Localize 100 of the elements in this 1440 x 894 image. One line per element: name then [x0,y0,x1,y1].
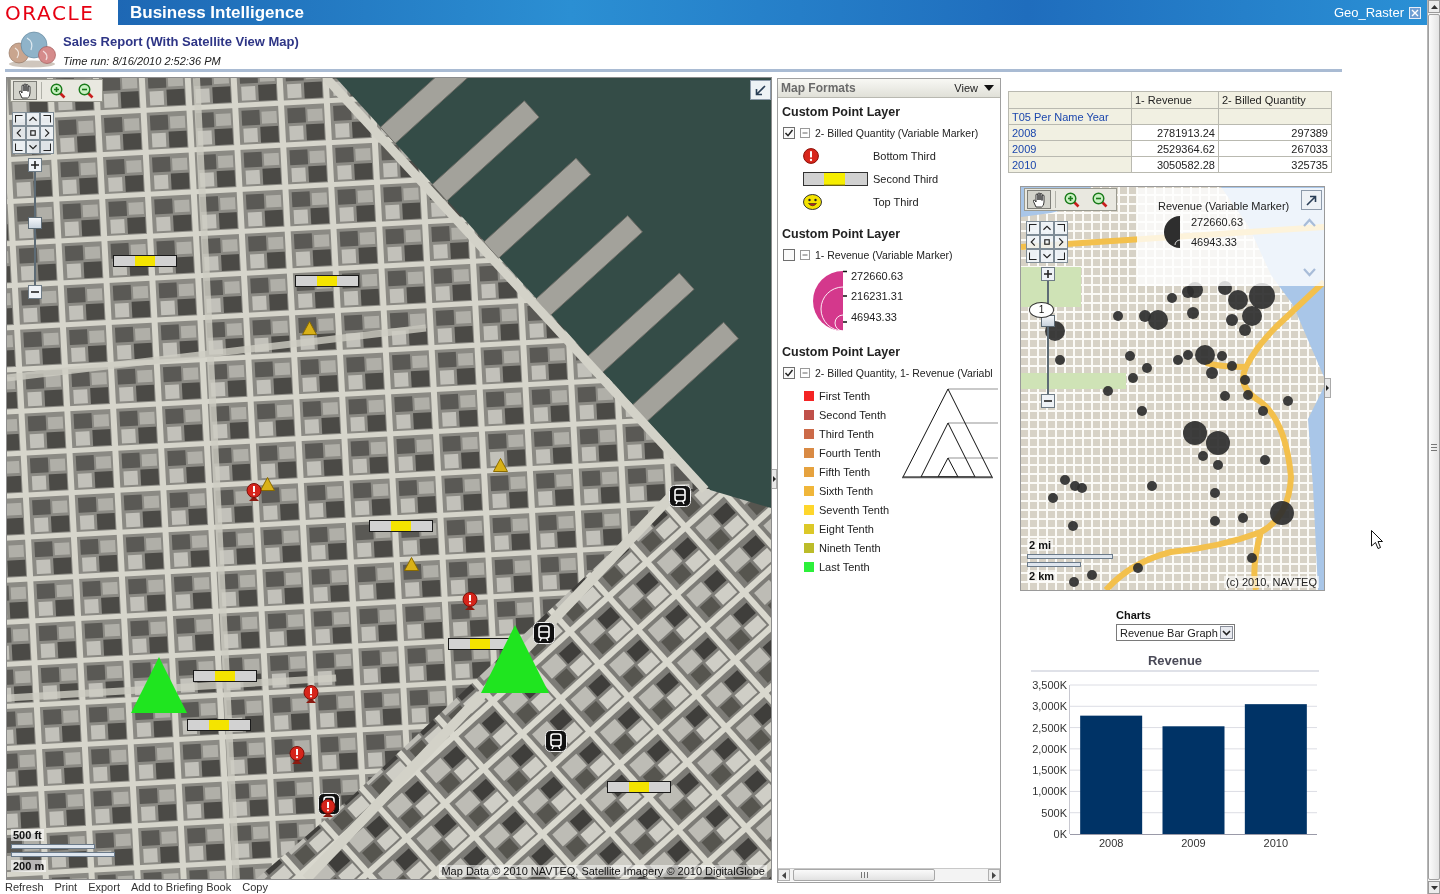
pane-toggle-button[interactable] [1325,378,1331,398]
tram-icon[interactable] [533,622,555,644]
map-marker-icon[interactable] [1077,483,1087,493]
alert-marker-icon[interactable] [303,685,319,703]
pan-button[interactable] [1040,221,1054,235]
map-marker-icon[interactable] [1167,293,1177,303]
footer-link[interactable]: Print [54,881,78,894]
zoom-slider-thumb[interactable] [1041,315,1055,327]
map-marker-icon[interactable] [1147,481,1157,491]
map-marker-icon[interactable] [1220,391,1230,401]
pan-button[interactable] [1026,235,1040,249]
map-marker-icon[interactable] [1087,570,1097,580]
scroll-left-button[interactable] [778,869,790,881]
map-marker-icon[interactable] [1137,406,1147,416]
zoom-slider-thumb[interactable] [28,217,42,229]
pan-button[interactable] [1054,235,1068,249]
pan-button[interactable] [40,112,54,126]
map-marker-icon[interactable] [1210,488,1220,498]
pan-button[interactable] [12,112,26,126]
tram-icon[interactable] [669,485,691,507]
bar-marker-icon[interactable] [187,719,251,731]
triangle-marker-icon[interactable] [131,657,187,713]
dashboard-link[interactable]: Geo_Raster [1333,5,1404,20]
map-marker-icon[interactable] [1242,306,1262,326]
map-marker-icon[interactable] [1068,521,1078,531]
pan-button[interactable] [12,126,26,140]
map-marker-icon[interactable] [1227,361,1237,371]
map-marker-icon[interactable] [1243,390,1253,400]
alert-marker-icon[interactable] [289,746,305,764]
scroll-up-button[interactable] [1428,0,1440,13]
map-marker-icon[interactable] [1210,516,1220,526]
collapse-map-button[interactable] [750,80,771,100]
zoom-in-button[interactable] [1041,267,1055,281]
alert-marker-icon[interactable] [320,799,336,817]
expand-map-button[interactable] [1301,190,1322,210]
map-marker-icon[interactable] [1283,396,1293,406]
close-button[interactable] [1409,6,1421,19]
map-marker-icon[interactable] [1103,386,1113,396]
triangle-marker-icon[interactable] [302,321,317,335]
map-marker-icon[interactable] [1187,307,1199,319]
triangle-marker-icon[interactable] [260,477,275,491]
zoom-in-button[interactable] [28,158,42,172]
map-marker-icon[interactable] [1238,513,1248,523]
map-marker-icon[interactable] [1198,451,1208,461]
map-marker-icon[interactable] [1133,563,1143,573]
map-marker-icon[interactable] [1125,351,1135,361]
map-marker-icon[interactable] [1239,324,1251,336]
map-marker-icon[interactable] [1270,501,1294,525]
layer-checkbox[interactable] [783,127,795,139]
alert-marker-icon[interactable] [246,483,262,501]
tram-icon[interactable] [545,730,567,752]
map-marker-icon[interactable] [1048,493,1058,503]
map-marker-icon[interactable] [1258,406,1268,416]
collapse-toggle[interactable] [800,250,810,260]
map-marker-icon[interactable] [1069,577,1079,587]
pan-button[interactable] [26,112,40,126]
triangle-marker-icon[interactable] [493,458,508,472]
pane-toggle-button[interactable] [772,469,777,489]
bar-marker-icon[interactable] [607,781,671,793]
alert-marker-icon[interactable] [462,592,478,610]
footer-link[interactable]: Add to Briefing Book [130,881,232,894]
triangle-marker-icon[interactable] [481,625,549,693]
pan-button[interactable] [1040,235,1054,249]
map-marker-icon[interactable] [1128,373,1138,383]
map-marker-icon[interactable] [1206,367,1218,379]
pan-button[interactable] [1040,249,1054,263]
map-marker-icon[interactable] [1228,290,1248,310]
pan-button[interactable] [1054,249,1068,263]
scroll-right-button[interactable] [988,869,1000,881]
pan-button[interactable] [40,126,54,140]
view-menu-button[interactable]: View [954,82,994,94]
map-marker-icon[interactable] [1148,310,1168,330]
bar-marker-icon[interactable] [369,520,433,532]
map-marker-icon[interactable] [1182,286,1194,298]
triangle-marker-icon[interactable] [404,557,419,571]
footer-link[interactable]: Copy [242,881,268,894]
map-marker-icon[interactable] [1226,314,1238,326]
bar-marker-icon[interactable] [113,255,177,267]
pan-button[interactable] [1026,221,1040,235]
collapse-toggle[interactable] [800,368,810,378]
footer-link[interactable]: Refresh [5,881,44,894]
zoom-out-button[interactable] [28,285,42,299]
pan-button[interactable] [26,140,40,154]
scrollbar-thumb[interactable] [793,869,935,881]
map-marker-icon[interactable] [1139,310,1151,322]
map-marker-icon[interactable] [1183,350,1193,360]
collapse-toggle[interactable] [800,128,810,138]
zoom-out-button[interactable] [1041,394,1055,408]
pan-button[interactable] [1054,221,1068,235]
bar-marker-icon[interactable] [193,670,257,682]
map-marker-icon[interactable] [1247,553,1257,563]
map-marker-icon[interactable] [1195,345,1215,365]
map-marker-icon[interactable] [1206,431,1230,455]
chart-select[interactable]: Revenue Bar Graph [1116,624,1235,641]
layer-checkbox[interactable] [783,249,795,261]
bar-marker-icon[interactable] [295,275,359,287]
map-marker-icon[interactable] [1217,351,1227,361]
map-marker-icon[interactable] [1249,283,1275,309]
pan-tool-button[interactable] [1027,190,1051,209]
scroll-down-button[interactable] [1428,881,1440,894]
